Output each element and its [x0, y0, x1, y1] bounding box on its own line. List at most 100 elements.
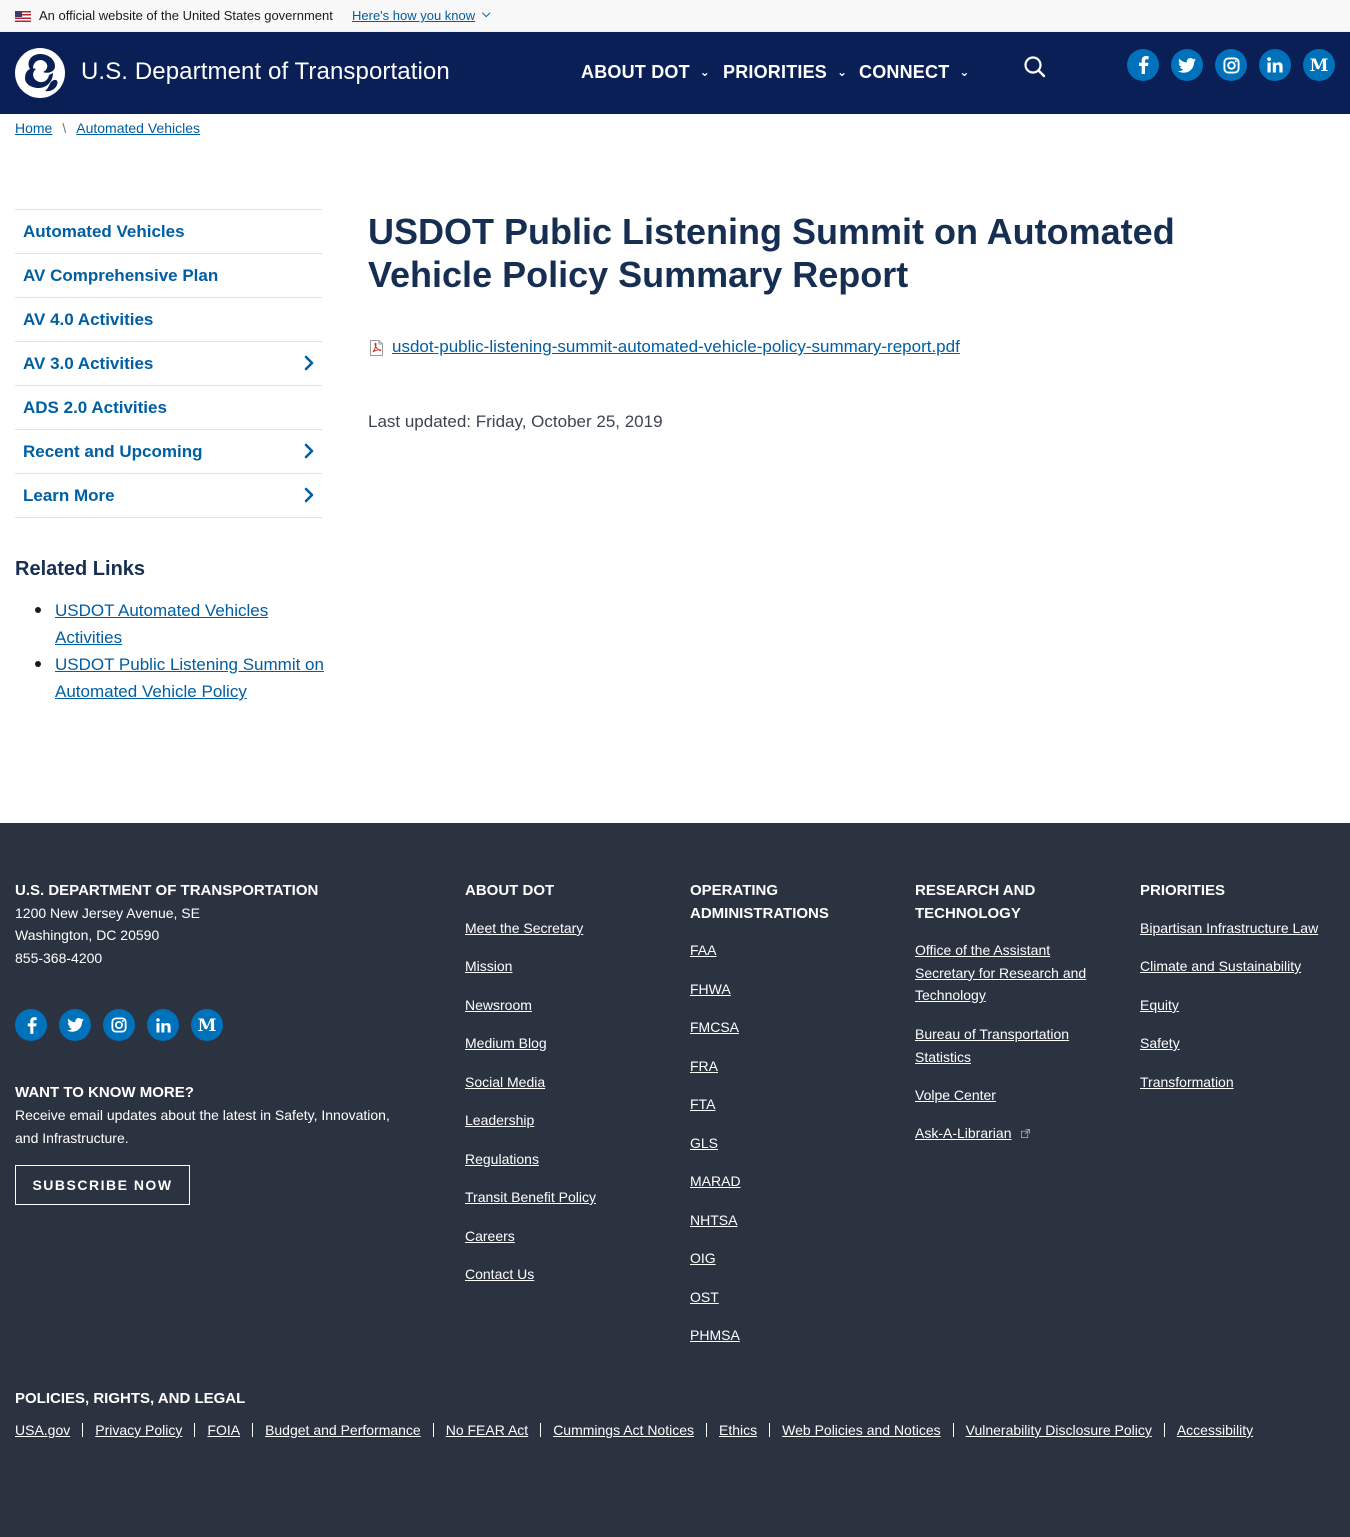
footer-address-line1: 1200 New Jersey Avenue, SE	[15, 905, 200, 921]
divider	[1163, 1423, 1165, 1437]
site-header: U.S. Department of Transportation ABOUT …	[0, 32, 1350, 114]
footer-want-title: WANT TO KNOW MORE?	[15, 1084, 194, 1101]
chevron-right-icon[interactable]	[304, 355, 314, 371]
sidebar-item-label: Recent and Upcoming	[23, 441, 203, 461]
breadcrumb: Home \ Automated Vehicles	[15, 120, 200, 136]
nav-connect-label: CONNECT	[859, 62, 950, 82]
last-updated: Last updated: Friday, October 25, 2019	[368, 412, 663, 431]
footer-link[interactable]: Careers	[465, 1225, 515, 1248]
footer-link[interactable]: Contact Us	[465, 1263, 534, 1286]
footer-link[interactable]: FRA	[690, 1055, 718, 1078]
sidebar-item-automated-vehicles[interactable]: Automated Vehicles	[15, 210, 322, 254]
legal-link[interactable]: No FEAR Act	[446, 1422, 528, 1438]
footer-link[interactable]: Regulations	[465, 1148, 539, 1171]
gov-banner: An official website of the United States…	[0, 0, 1350, 32]
breadcrumb-home[interactable]: Home	[15, 120, 52, 136]
nav-about-dot[interactable]: ABOUT DOT ⌄	[581, 62, 710, 83]
footer-link[interactable]: FTA	[690, 1093, 715, 1116]
footer-link[interactable]: Leadership	[465, 1109, 534, 1132]
twitter-icon[interactable]	[1171, 49, 1203, 81]
linkedin-icon[interactable]	[147, 1009, 179, 1041]
chevron-right-icon[interactable]	[304, 487, 314, 503]
footer-link[interactable]: FMCSA	[690, 1016, 739, 1039]
sidebar-item-learn-more[interactable]: Learn More	[15, 474, 322, 518]
legal-link[interactable]: USA.gov	[15, 1422, 70, 1438]
chevron-down-icon: ⌄	[959, 65, 970, 79]
footer-link[interactable]: Meet the Secretary	[465, 917, 583, 940]
footer-link[interactable]: Bipartisan Infrastructure Law	[1140, 917, 1318, 940]
footer-link[interactable]: OIG	[690, 1247, 716, 1270]
footer-link[interactable]: PHMSA	[690, 1324, 740, 1347]
chevron-right-icon[interactable]	[304, 443, 314, 459]
footer-link[interactable]: Office of the Assistant Secretary for Re…	[915, 939, 1105, 1007]
footer-link[interactable]: Social Media	[465, 1071, 545, 1094]
sidebar-item-label: Learn More	[23, 485, 115, 505]
subscribe-button[interactable]: SUBSCRIBE NOW	[15, 1165, 190, 1205]
legal-link[interactable]: Cummings Act Notices	[553, 1422, 694, 1438]
nav-priorities[interactable]: PRIORITIES ⌄	[723, 62, 847, 83]
facebook-icon[interactable]	[15, 1009, 47, 1041]
footer-link[interactable]: MARAD	[690, 1170, 741, 1193]
footer-about-title: ABOUT DOT	[465, 882, 555, 899]
footer-link[interactable]: Bureau of Transportation Statistics	[915, 1023, 1105, 1068]
legal-link[interactable]: Web Policies and Notices	[782, 1422, 940, 1438]
footer-opadmin-title: OPERATING ADMINISTRATIONS	[690, 882, 829, 922]
instagram-icon[interactable]	[103, 1009, 135, 1041]
breadcrumb-separator: \	[62, 120, 67, 136]
footer-link[interactable]: Transit Benefit Policy	[465, 1186, 596, 1209]
linkedin-icon[interactable]	[1259, 49, 1291, 81]
sidebar-item-av-4-activities[interactable]: AV 4.0 Activities	[15, 298, 322, 342]
related-link-listening-summit[interactable]: USDOT Public Listening Summit on Automat…	[55, 655, 324, 701]
page-title: USDOT Public Listening Summit on Automat…	[368, 211, 1175, 295]
related-links-heading: Related Links	[15, 558, 146, 580]
sidebar-item-label: Automated Vehicles	[23, 221, 185, 241]
footer-link[interactable]: GLS	[690, 1132, 718, 1155]
footer-link[interactable]: Mission	[465, 955, 512, 978]
facebook-icon[interactable]	[1127, 49, 1159, 81]
nav-connect[interactable]: CONNECT ⌄	[859, 62, 970, 83]
sidebar-item-ads-2-activities[interactable]: ADS 2.0 Activities	[15, 386, 322, 430]
twitter-icon[interactable]	[59, 1009, 91, 1041]
sidebar-item-av-comprehensive-plan[interactable]: AV Comprehensive Plan	[15, 254, 322, 298]
heres-how-you-know-link[interactable]: Here's how you know	[352, 8, 475, 23]
legal-link[interactable]: Ethics	[719, 1422, 757, 1438]
legal-link[interactable]: Accessibility	[1177, 1422, 1253, 1438]
footer-link[interactable]: Medium Blog	[465, 1032, 547, 1055]
medium-icon[interactable]: M	[1303, 49, 1335, 81]
footer-link[interactable]: Transformation	[1140, 1071, 1234, 1094]
footer-link[interactable]: Safety	[1140, 1032, 1180, 1055]
sidebar-item-av-3-activities[interactable]: AV 3.0 Activities	[15, 342, 322, 386]
medium-icon[interactable]: M	[191, 1009, 223, 1041]
list-item: USDOT Public Listening Summit on Automat…	[15, 651, 325, 705]
footer-link[interactable]: Equity	[1140, 994, 1179, 1017]
divider	[540, 1423, 542, 1437]
footer-phone: 855-368-4200	[15, 950, 103, 966]
related-link-av-activities[interactable]: USDOT Automated Vehicles Activities	[55, 601, 268, 647]
footer-link[interactable]: NHTSA	[690, 1209, 737, 1232]
breadcrumb-automated-vehicles[interactable]: Automated Vehicles	[76, 120, 200, 136]
svg-text:M: M	[198, 1017, 217, 1033]
legal-link[interactable]: FOIA	[207, 1422, 240, 1438]
footer-link[interactable]: OST	[690, 1286, 719, 1309]
footer-link[interactable]: Newsroom	[465, 994, 532, 1017]
divider	[252, 1423, 254, 1437]
svg-text:M: M	[1310, 57, 1329, 73]
legal-link[interactable]: Vulnerability Disclosure Policy	[966, 1422, 1152, 1438]
instagram-icon[interactable]	[1215, 49, 1247, 81]
dot-logo-icon[interactable]	[15, 48, 65, 98]
external-link-icon	[1020, 1129, 1030, 1139]
footer-link[interactable]: Ask-A-Librarian	[915, 1125, 1011, 1141]
divider	[706, 1423, 708, 1437]
footer-link[interactable]: Climate and Sustainability	[1140, 955, 1301, 978]
chevron-down-icon[interactable]: ⌵	[482, 8, 490, 21]
search-icon[interactable]	[1022, 54, 1048, 80]
pdf-download-link[interactable]: usdot-public-listening-summit-automated-…	[392, 337, 960, 357]
legal-link[interactable]: Budget and Performance	[265, 1422, 421, 1438]
sidebar-item-recent-and-upcoming[interactable]: Recent and Upcoming	[15, 430, 322, 474]
footer-link[interactable]: FHWA	[690, 978, 731, 1001]
footer-want-text: Receive email updates about the latest i…	[15, 1107, 390, 1146]
site-name[interactable]: U.S. Department of Transportation	[81, 58, 450, 86]
legal-link[interactable]: Privacy Policy	[95, 1422, 182, 1438]
footer-link[interactable]: Volpe Center	[915, 1084, 996, 1107]
footer-link[interactable]: FAA	[690, 939, 716, 962]
